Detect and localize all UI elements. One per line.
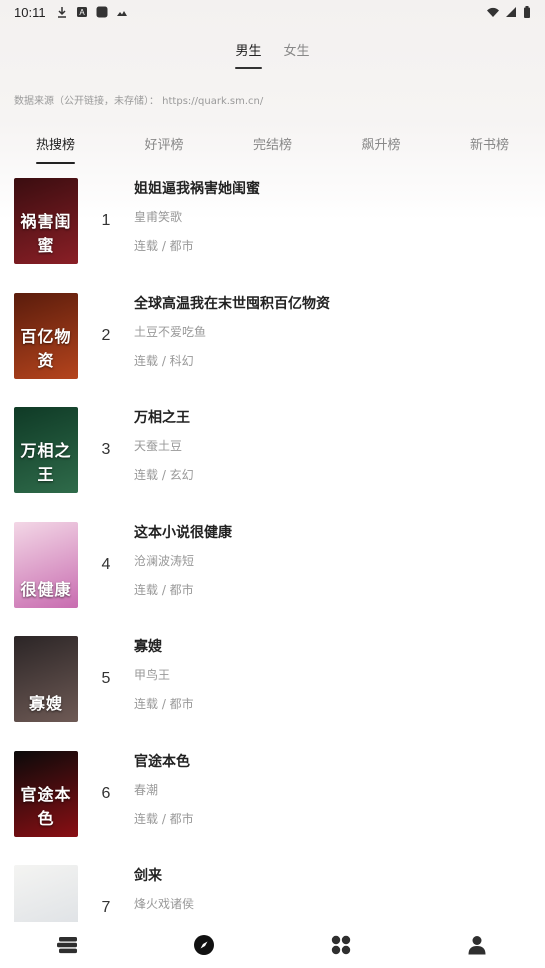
book-author: 甲鸟王 — [134, 668, 171, 682]
tab-completed[interactable]: 完结榜 — [253, 130, 292, 164]
book-cover: 万相之王 — [14, 407, 78, 493]
status-bar: 10:11 A — [0, 0, 545, 24]
book-meta: 连载 / 都市 — [134, 811, 194, 826]
book-author: 土豆不爱吃鱼 — [134, 324, 207, 339]
download-icon — [57, 7, 66, 18]
tab-rising[interactable]: 飙升榜 — [361, 130, 400, 164]
book-title: 姐姐逼我祸害她闺蜜 — [134, 181, 260, 197]
svg-text:A: A — [79, 8, 85, 17]
data-source-note: 数据来源（公开链接，未存储）： https://quark.sm.cn/ — [14, 96, 264, 107]
status-time: 10:11 — [14, 4, 46, 20]
nav-profile[interactable] — [457, 930, 497, 960]
book-item[interactable]: 百亿物资 2 全球高温我在末世囤积百亿物资 土豆不爱吃鱼 连载 / 科幻 — [0, 291, 545, 406]
tab-hot-search[interactable]: 热搜榜 — [36, 130, 76, 164]
book-author: 沧澜波涛短 — [134, 553, 195, 568]
book-meta: 连载 / 科幻 — [134, 353, 194, 368]
bottom-nav — [0, 922, 545, 968]
bookshelf-icon — [57, 937, 78, 954]
book-item[interactable]: 寡嫂 5 寡嫂 甲鸟王 连载 / 都市 — [0, 634, 545, 749]
book-cover: 官途本色 — [14, 750, 78, 837]
tab-male[interactable]: 男生 — [235, 40, 262, 69]
book-title: 官途本色 — [134, 753, 190, 770]
nav-discover[interactable] — [184, 930, 224, 960]
wifi-icon — [487, 7, 499, 17]
rank-tabs: 热搜榜 好评榜 完结榜 飙升榜 新书榜 — [0, 130, 545, 164]
cover-title: 百亿物资 — [20, 326, 72, 370]
book-title: 寡嫂 — [134, 639, 162, 655]
rank-number: 6 — [101, 784, 111, 802]
notification-a-icon: A — [76, 7, 87, 17]
nav-bookshelf[interactable] — [48, 930, 88, 960]
battery-icon — [524, 6, 530, 18]
app-square-icon — [96, 6, 108, 18]
image-icon — [116, 11, 127, 16]
book-author: 春潮 — [134, 782, 159, 797]
book-item[interactable]: 很健康 4 这本小说很健康 沧澜波涛短 连载 / 都市 — [0, 520, 545, 635]
rank-number: 1 — [101, 212, 111, 229]
book-meta: 连载 / 都市 — [134, 697, 194, 711]
tab-top-rated[interactable]: 好评榜 — [144, 130, 183, 164]
rank-number: 2 — [101, 326, 111, 344]
book-title: 剑来 — [134, 868, 162, 884]
book-cover: 很健康 — [14, 521, 78, 608]
book-author: 天蚕土豆 — [134, 439, 183, 453]
signal-icon — [506, 7, 516, 17]
screen: 10:11 A 男生 女生 数据来源（公开链接，未存储）： https://qu… — [0, 0, 545, 968]
book-item[interactable]: 祸害闺蜜 1 姐姐逼我祸害她闺蜜 皇甫笑歌 连载 / 都市 — [0, 176, 545, 291]
status-icons-left: A — [56, 6, 128, 18]
profile-icon — [468, 936, 486, 955]
book-cover: 祸害闺蜜 — [14, 178, 78, 264]
status-icons-right — [487, 6, 531, 18]
book-author: 皇甫笑歌 — [134, 210, 183, 224]
book-info: 姐姐逼我祸害她闺蜜 皇甫笑歌 连载 / 都市 — [134, 178, 260, 254]
cover-title: 寡嫂 — [28, 694, 63, 713]
book-info: 寡嫂 甲鸟王 连载 / 都市 — [134, 636, 194, 712]
book-item[interactable]: 官途本色 6 官途本色 春潮 连载 / 都市 — [0, 749, 545, 864]
book-info: 万相之王 天蚕土豆 连载 / 玄幻 — [134, 407, 194, 483]
book-info: 这本小说很健康 沧澜波涛短 连载 / 都市 — [134, 522, 232, 598]
book-list: 祸害闺蜜 1 姐姐逼我祸害她闺蜜 皇甫笑歌 连载 / 都市 百亿物资 2 全球高… — [0, 176, 545, 968]
book-meta: 连载 / 都市 — [134, 239, 194, 253]
book-cover: 百亿物资 — [14, 292, 78, 379]
rank-number: 7 — [101, 899, 111, 916]
book-info: 剑来 烽火戏诸侯 — [134, 865, 194, 924]
cover-title: 很健康 — [20, 579, 72, 599]
tab-female[interactable]: 女生 — [284, 40, 310, 69]
compass-icon — [194, 935, 215, 955]
book-meta: 连载 / 玄幻 — [134, 468, 194, 482]
book-meta: 连载 / 都市 — [134, 582, 194, 597]
rank-number: 4 — [101, 555, 111, 573]
book-info: 全球高温我在末世囤积百亿物资 土豆不爱吃鱼 连载 / 科幻 — [134, 293, 330, 369]
cover-title: 祸害闺蜜 — [20, 212, 72, 255]
book-title: 这本小说很健康 — [134, 524, 232, 541]
book-title: 全球高温我在末世囤积百亿物资 — [134, 295, 330, 312]
tab-new-books[interactable]: 新书榜 — [470, 130, 509, 164]
nav-category[interactable] — [321, 930, 361, 960]
rank-number: 3 — [101, 441, 111, 458]
cover-title: 万相之王 — [20, 441, 72, 484]
book-title: 万相之王 — [134, 410, 190, 426]
category-grid-icon — [331, 935, 350, 955]
gender-tabs: 男生 女生 — [0, 40, 545, 69]
rank-number: 5 — [101, 670, 111, 687]
cover-title: 官途本色 — [20, 784, 72, 828]
book-author: 烽火戏诸侯 — [134, 897, 195, 911]
book-cover: 寡嫂 — [14, 636, 78, 722]
book-info: 官途本色 春潮 连载 / 都市 — [134, 751, 194, 827]
book-item[interactable]: 万相之王 3 万相之王 天蚕土豆 连载 / 玄幻 — [0, 405, 545, 520]
